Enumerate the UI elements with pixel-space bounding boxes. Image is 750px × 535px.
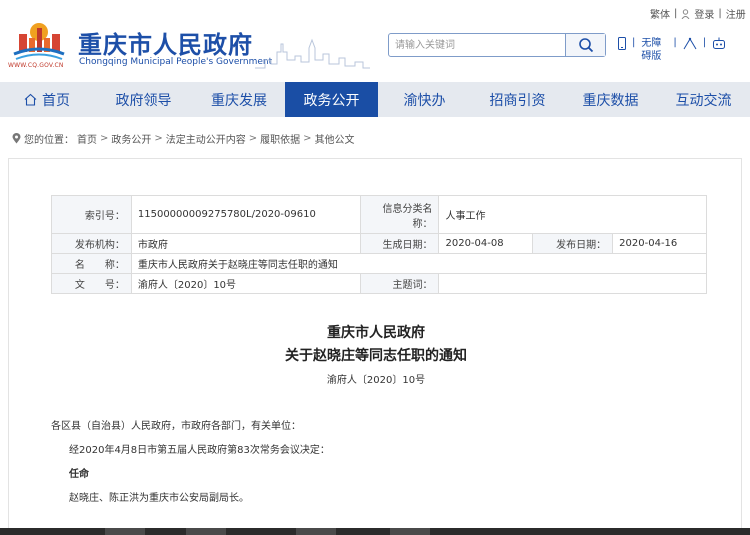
meta-index-value: 11500000009275780L/2020-09610 <box>130 195 361 234</box>
breadcrumb-item-home[interactable]: 首页 <box>77 131 97 146</box>
site-subtitle: Chongqing Municipal People's Government <box>79 57 273 67</box>
meta-published-label: 发布日期： <box>532 233 614 254</box>
register-link[interactable]: 注册 <box>726 6 746 21</box>
meta-category-value: 人事工作 <box>438 195 707 234</box>
breadcrumb: 您的位置： 首页 > 政务公开 > 法定主动公开内容 > 履职依据 > 其他公文 <box>12 131 355 146</box>
meta-created-label: 生成日期： <box>359 233 440 254</box>
site-header: WWW.CQ.GOV.CN 重庆市人民政府 Chongqing Municipa… <box>0 0 750 82</box>
footer-bar <box>0 528 750 535</box>
top-link-separator: | <box>718 8 722 19</box>
nav-item-interaction[interactable]: 互动交流 <box>657 82 750 117</box>
breadcrumb-item-statutory[interactable]: 法定主动公开内容 <box>166 131 246 146</box>
nav-item-public-affairs[interactable]: 政务公开 <box>285 82 378 117</box>
meta-published-value: 2020-04-16 <box>612 233 707 254</box>
footer-bar-segment <box>105 528 145 535</box>
chongqing-logo-icon[interactable] <box>10 14 68 62</box>
user-icon <box>681 8 690 19</box>
breadcrumb-item-public-affairs[interactable]: 政务公开 <box>111 131 151 146</box>
nav-item-label: 首页 <box>42 92 70 109</box>
skyline-decoration-icon <box>255 38 370 69</box>
document-number: 渝府人〔2020〕10号 <box>326 375 426 386</box>
mobile-icon[interactable] <box>618 37 626 50</box>
robot-assistant-icon[interactable] <box>712 37 726 50</box>
document-heading: 任命 <box>69 469 89 480</box>
accessibility-link[interactable]: 无障碍版 <box>641 37 667 63</box>
util-separator: | <box>632 37 636 48</box>
utility-bar: | 无障碍版 | | <box>618 37 726 63</box>
document-meta-table: 索引号： 11500000009275780L/2020-09610 信息分类名… <box>51 195 708 294</box>
meta-name-label: 名 称： <box>51 253 132 274</box>
nav-item-data[interactable]: 重庆数据 <box>564 82 657 117</box>
nav-item-development[interactable]: 重庆发展 <box>193 82 285 117</box>
logo-url: WWW.CQ.GOV.CN <box>8 62 64 69</box>
breadcrumb-separator: > <box>100 133 109 144</box>
breadcrumb-item-other-docs[interactable]: 其他公文 <box>315 131 355 146</box>
document-paragraph: 赵晓庄、陈正洪为重庆市公安局副局长。 <box>69 493 249 504</box>
document-paragraph: 经2020年4月8日市第五届人民政府第83次常务会议决定： <box>69 445 330 456</box>
footer-bar-segment <box>296 528 336 535</box>
meta-issuer-value: 市政府 <box>130 233 361 254</box>
nav-item-home[interactable]: 首页 <box>0 82 94 117</box>
login-link[interactable]: 登录 <box>694 6 714 21</box>
search-button[interactable] <box>565 34 605 56</box>
breadcrumb-separator: > <box>248 133 258 144</box>
traditional-chinese-link[interactable]: 繁体 <box>650 6 670 21</box>
meta-subject-label: 主题词： <box>359 273 440 294</box>
meta-subject-value <box>438 273 707 294</box>
elder-mode-icon[interactable] <box>683 37 697 50</box>
site-title[interactable]: 重庆市人民政府 <box>78 25 253 60</box>
footer-bar-segment <box>390 528 430 535</box>
breadcrumb-separator: > <box>154 133 163 144</box>
util-separator: | <box>702 37 707 48</box>
meta-index-label: 索引号： <box>51 195 132 234</box>
main-nav: 首页 政府领导 重庆发展 政务公开 渝快办 招商引资 重庆数据 互动交流 <box>0 82 750 117</box>
search-icon <box>578 38 593 53</box>
nav-item-leaders[interactable]: 政府领导 <box>94 82 193 117</box>
nav-item-yukuaiban[interactable]: 渝快办 <box>378 82 471 117</box>
top-links: 繁体 | 登录 | 注册 <box>650 6 746 21</box>
meta-name-value: 重庆市人民政府关于赵晓庄等同志任职的通知 <box>130 253 708 274</box>
search-box <box>388 33 606 57</box>
breadcrumb-item-duty-basis[interactable]: 履职依据 <box>260 131 300 146</box>
nav-item-investment[interactable]: 招商引资 <box>471 82 564 117</box>
util-separator: | <box>673 37 677 48</box>
footer-bar-segment <box>186 528 226 535</box>
location-pin-icon <box>12 133 21 144</box>
meta-created-value: 2020-04-08 <box>438 233 534 254</box>
breadcrumb-separator: > <box>303 133 312 144</box>
home-icon <box>24 93 37 106</box>
document-title-subject: 关于赵晓庄等同志任职的通知 <box>285 348 467 364</box>
document-salutation: 各区县（自治县）人民政府，市政府各部门，有关单位： <box>51 421 301 432</box>
meta-issuer-label: 发布机构： <box>51 233 132 254</box>
document-title-issuer: 重庆市人民政府 <box>327 325 425 341</box>
article-container: 索引号： 11500000009275780L/2020-09610 信息分类名… <box>8 158 742 535</box>
meta-docnum-label: 文 号： <box>51 273 132 294</box>
meta-category-label: 信息分类名称： <box>359 195 440 234</box>
breadcrumb-prefix: 您的位置： <box>24 135 74 146</box>
top-link-separator: | <box>674 8 678 19</box>
meta-docnum-value: 渝府人〔2020〕10号 <box>130 273 361 294</box>
search-input[interactable] <box>395 37 565 53</box>
